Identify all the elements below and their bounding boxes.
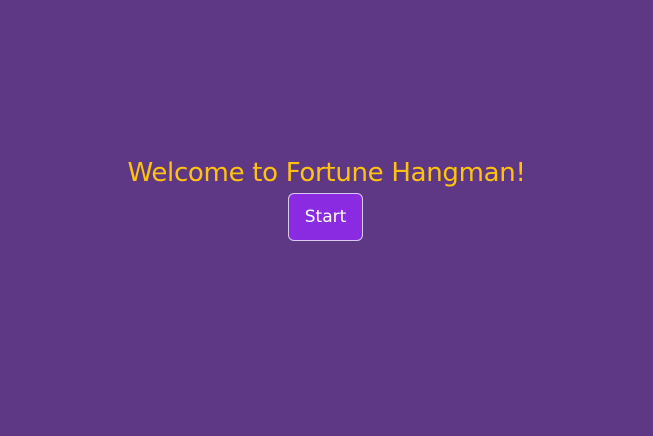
welcome-screen: Welcome to Fortune Hangman! Start <box>0 0 653 436</box>
welcome-title: Welcome to Fortune Hangman! <box>127 158 526 188</box>
start-button[interactable]: Start <box>288 193 363 241</box>
